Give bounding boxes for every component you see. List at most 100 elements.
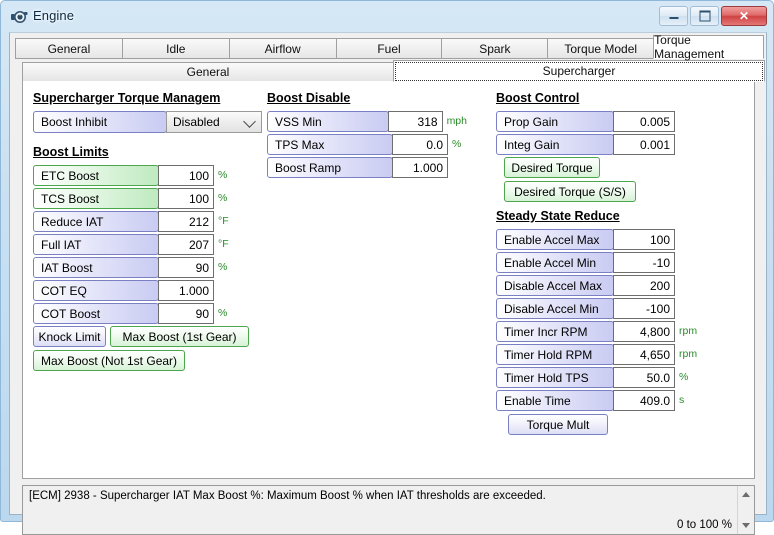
- max-boost-first-gear-button[interactable]: Max Boost (1st Gear): [110, 326, 249, 347]
- row-desired-torque: Desired Torque: [496, 157, 706, 178]
- scroll-up-icon[interactable]: [742, 492, 750, 497]
- minimize-button[interactable]: [659, 6, 688, 26]
- enable-accel-max-value[interactable]: 100: [613, 229, 675, 250]
- boost-ramp-value[interactable]: 1.000: [392, 157, 448, 178]
- cot-boost-label[interactable]: COT Boost: [33, 303, 159, 324]
- engine-gauge-icon: [11, 9, 28, 25]
- supercharger-panel: Supercharger Torque Managem Boost Inhibi…: [22, 81, 755, 479]
- enable-accel-min-value[interactable]: -10: [613, 252, 675, 273]
- tcs-boost-label[interactable]: TCS Boost: [33, 188, 159, 209]
- tps-max-label[interactable]: TPS Max: [267, 134, 393, 155]
- iat-boost-unit: %: [218, 261, 228, 274]
- tab-torque-management[interactable]: Torque Management: [653, 33, 765, 61]
- disable-accel-max-value[interactable]: 200: [613, 275, 675, 296]
- enable-accel-max-label[interactable]: Enable Accel Max: [496, 229, 614, 250]
- desired-torque-ss-button[interactable]: Desired Torque (S/S): [504, 181, 636, 202]
- maximize-button[interactable]: [690, 6, 719, 26]
- field-boost-inhibit: Boost Inhibit Disabled: [33, 111, 265, 133]
- tcs-boost-value[interactable]: 100: [158, 188, 214, 209]
- boost-inhibit-label[interactable]: Boost Inhibit: [33, 111, 167, 133]
- timer-incr-rpm-label[interactable]: Timer Incr RPM: [496, 321, 614, 342]
- prop-gain-value[interactable]: 0.005: [613, 111, 675, 132]
- subtab-supercharger[interactable]: Supercharger: [393, 60, 765, 82]
- disable-accel-max-label[interactable]: Disable Accel Max: [496, 275, 614, 296]
- enable-time-label[interactable]: Enable Time: [496, 390, 614, 411]
- iat-boost-value[interactable]: 90: [158, 257, 214, 278]
- tab-label: Torque Model: [564, 41, 638, 56]
- window-title: Engine: [33, 8, 75, 23]
- group-title-supercharger-torque-management: Supercharger Torque Managem: [33, 91, 221, 105]
- knock-limit-button[interactable]: Knock Limit: [33, 326, 106, 347]
- boost-inhibit-select[interactable]: Disabled: [166, 111, 262, 133]
- integ-gain-value[interactable]: 0.001: [613, 134, 675, 155]
- enable-time-value[interactable]: 409.0: [613, 390, 675, 411]
- enable-accel-min-label[interactable]: Enable Accel Min: [496, 252, 614, 273]
- vss-min-value[interactable]: 318: [388, 111, 443, 132]
- timer-incr-rpm-value[interactable]: 4,800: [613, 321, 675, 342]
- tps-max-unit: %: [452, 138, 462, 151]
- vss-min-label[interactable]: VSS Min: [267, 111, 390, 132]
- client-area: General Idle Airflow Fuel Spark Torque M…: [9, 32, 767, 535]
- timer-incr-rpm-unit: rpm: [679, 325, 698, 338]
- full-iat-value[interactable]: 207: [158, 234, 214, 255]
- timer-hold-tps-label[interactable]: Timer Hold TPS: [496, 367, 614, 388]
- disable-accel-min-label[interactable]: Disable Accel Min: [496, 298, 614, 319]
- timer-hold-rpm-label[interactable]: Timer Hold RPM: [496, 344, 614, 365]
- scroll-down-icon[interactable]: [742, 523, 750, 528]
- engine-window: Engine ✕ General Idle Airflow Fuel Spark…: [0, 0, 774, 535]
- etc-boost-label[interactable]: ETC Boost: [33, 165, 159, 186]
- secondary-tab-strip: General Supercharger: [22, 60, 765, 82]
- cot-eq-label[interactable]: COT EQ: [33, 280, 159, 301]
- field-boost-ramp: Boost Ramp 1.000: [267, 157, 467, 178]
- tab-label: General: [47, 41, 91, 56]
- iat-boost-label[interactable]: IAT Boost: [33, 257, 159, 278]
- boost-inhibit-value: Disabled: [173, 115, 220, 129]
- integ-gain-label[interactable]: Integ Gain: [496, 134, 614, 155]
- primary-tab-strip: General Idle Airflow Fuel Spark Torque M…: [15, 33, 765, 61]
- window-controls: ✕: [659, 6, 767, 26]
- help-scrollbar[interactable]: [737, 486, 754, 534]
- tab-airflow[interactable]: Airflow: [228, 38, 337, 59]
- tab-fuel[interactable]: Fuel: [335, 38, 443, 59]
- field-reduce-iat: Reduce IAT 212 °F: [33, 211, 265, 232]
- column-boost-limits: Supercharger Torque Managem Boost Inhibi…: [33, 81, 265, 373]
- tab-label: Spark: [479, 41, 511, 56]
- reduce-iat-value[interactable]: 212: [158, 211, 214, 232]
- help-range: 0 to 100 %: [677, 519, 732, 531]
- etc-boost-unit: %: [218, 169, 228, 182]
- field-integ-gain: Integ Gain 0.001: [496, 134, 706, 155]
- reduce-iat-label[interactable]: Reduce IAT: [33, 211, 159, 232]
- field-cot-eq: COT EQ 1.000: [33, 280, 265, 301]
- timer-hold-rpm-unit: rpm: [679, 348, 698, 361]
- reduce-iat-unit: °F: [218, 215, 229, 228]
- close-button[interactable]: ✕: [721, 6, 767, 26]
- full-iat-label[interactable]: Full IAT: [33, 234, 159, 255]
- timer-hold-rpm-value[interactable]: 4,650: [613, 344, 675, 365]
- subtab-general[interactable]: General: [22, 62, 394, 82]
- tab-general[interactable]: General: [15, 38, 123, 59]
- etc-boost-value[interactable]: 100: [158, 165, 214, 186]
- desired-torque-button[interactable]: Desired Torque: [504, 157, 600, 178]
- tab-idle[interactable]: Idle: [121, 38, 230, 59]
- group-title-boost-control: Boost Control: [496, 91, 580, 105]
- row-desired-torque-ss: Desired Torque (S/S): [496, 181, 706, 202]
- field-disable-accel-min: Disable Accel Min -100: [496, 298, 706, 319]
- field-etc-boost: ETC Boost 100 %: [33, 165, 265, 186]
- vss-min-unit: mph: [446, 115, 467, 128]
- minimize-icon: [669, 16, 678, 19]
- tab-label: Idle: [166, 41, 186, 56]
- disable-accel-min-value[interactable]: -100: [613, 298, 675, 319]
- timer-hold-tps-value[interactable]: 50.0: [613, 367, 675, 388]
- cot-boost-value[interactable]: 90: [158, 303, 214, 324]
- torque-mult-button[interactable]: Torque Mult: [508, 414, 608, 435]
- cot-eq-value[interactable]: 1.000: [158, 280, 214, 301]
- close-icon: ✕: [738, 9, 750, 23]
- tps-max-value[interactable]: 0.0: [392, 134, 448, 155]
- row-torque-mult: Torque Mult: [496, 414, 706, 435]
- max-boost-not-first-gear-button[interactable]: Max Boost (Not 1st Gear): [33, 350, 185, 371]
- boost-ramp-label[interactable]: Boost Ramp: [267, 157, 393, 178]
- field-prop-gain: Prop Gain 0.005: [496, 111, 706, 132]
- tab-torque-model[interactable]: Torque Model: [547, 38, 655, 59]
- tab-spark[interactable]: Spark: [441, 38, 549, 59]
- prop-gain-label[interactable]: Prop Gain: [496, 111, 614, 132]
